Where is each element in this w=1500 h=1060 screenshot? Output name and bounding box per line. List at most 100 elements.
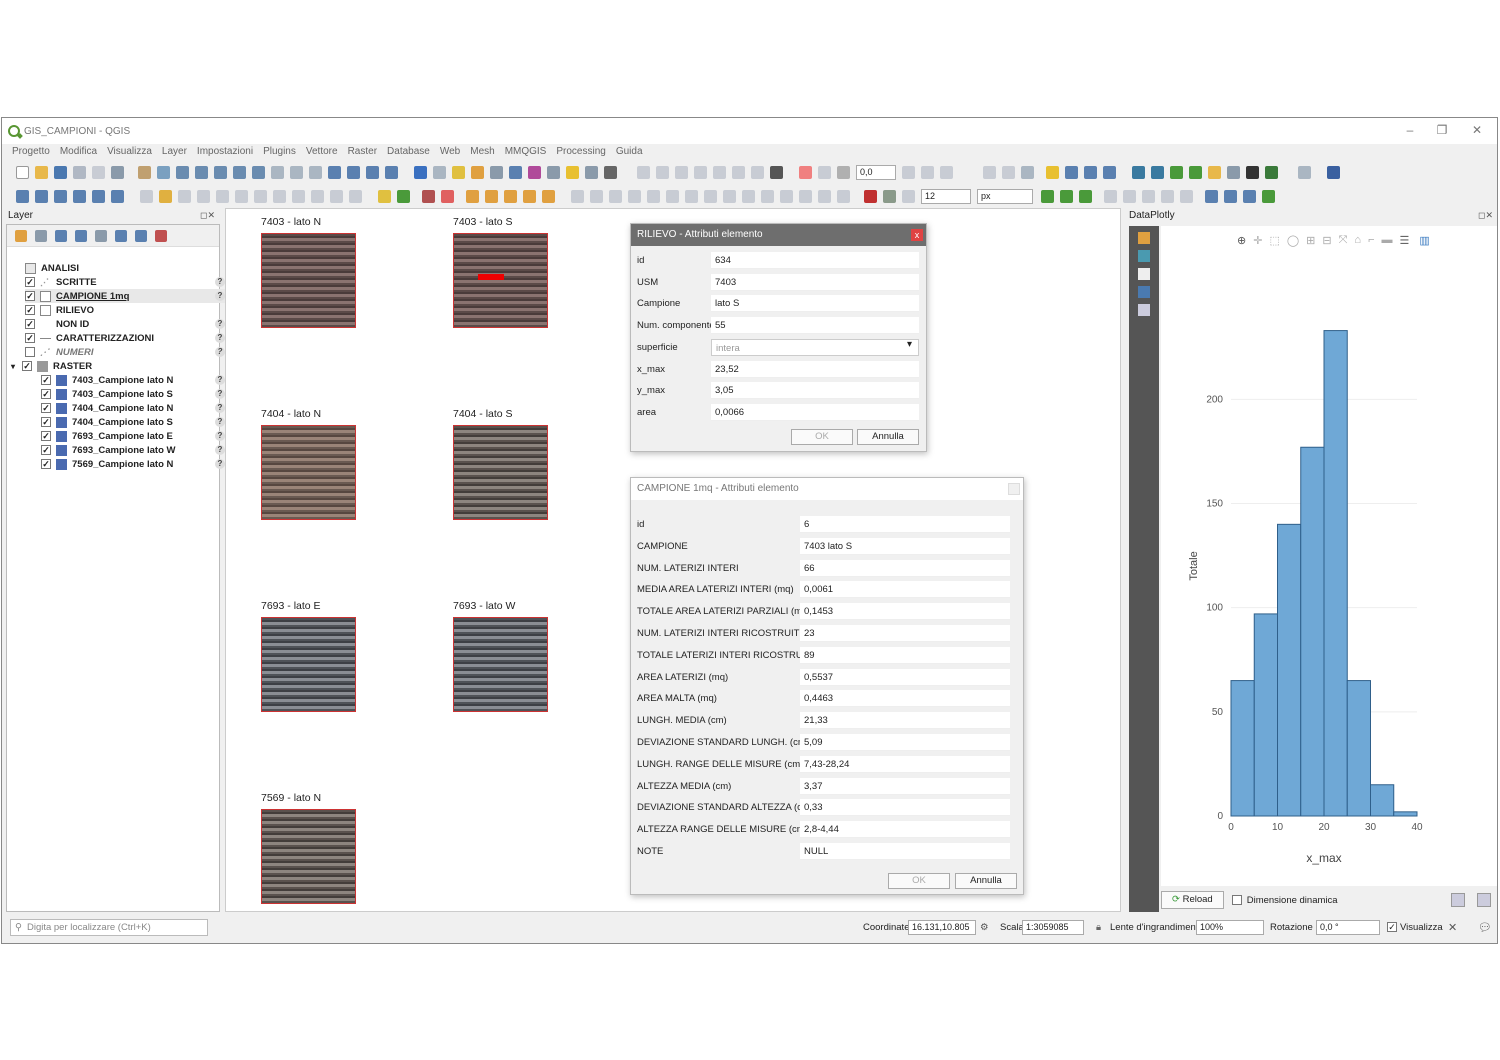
search-map-icon[interactable] bbox=[1227, 165, 1240, 179]
delete-icon[interactable] bbox=[254, 189, 267, 203]
rectangle-icon[interactable] bbox=[1161, 189, 1174, 203]
quick-map-icon[interactable] bbox=[1243, 189, 1256, 203]
collapse-arrow-icon[interactable]: ▾ bbox=[11, 362, 20, 371]
attribute-value-field[interactable]: 0,0061 bbox=[800, 581, 1010, 599]
dynamic-size-checkbox[interactable] bbox=[1231, 895, 1242, 905]
merge-icon[interactable] bbox=[780, 189, 793, 203]
tracing-icon[interactable] bbox=[921, 165, 934, 179]
panel-float-icon[interactable]: ◻✕ bbox=[1478, 210, 1493, 221]
attribute-value-field[interactable]: 55 bbox=[711, 317, 919, 335]
record-icon[interactable] bbox=[864, 189, 877, 203]
help-icon[interactable]: ? bbox=[215, 319, 225, 329]
metasearch-icon[interactable] bbox=[1103, 165, 1116, 179]
menu-layer[interactable]: Layer bbox=[162, 144, 187, 160]
vertex-icon[interactable] bbox=[1041, 189, 1054, 203]
attribute-value-field[interactable]: 5,09 bbox=[800, 734, 1010, 751]
filter-expression-icon[interactable] bbox=[95, 229, 107, 242]
restore-icon[interactable]: ❐ bbox=[1432, 123, 1452, 137]
export-icon[interactable] bbox=[1262, 189, 1275, 203]
rotate-symbol-icon[interactable] bbox=[818, 189, 831, 203]
attribute-value-field[interactable]: NULL bbox=[800, 843, 1010, 860]
offset-curve-icon[interactable] bbox=[742, 189, 755, 203]
layer-checkbox[interactable]: ✓ bbox=[41, 431, 51, 441]
attribute-value-field[interactable]: 0,1453 bbox=[800, 603, 1010, 621]
box-select-icon[interactable]: ⬚ bbox=[1269, 234, 1279, 247]
collapse-all-icon[interactable] bbox=[135, 229, 147, 242]
label-delete-icon[interactable] bbox=[441, 189, 454, 203]
rotate-icon[interactable] bbox=[590, 189, 603, 203]
attribute-value-field[interactable]: 23,52 bbox=[711, 360, 919, 378]
paste-icon[interactable] bbox=[311, 189, 324, 203]
reset-axes-icon[interactable]: ⌂ bbox=[1354, 234, 1361, 247]
offset-point-icon[interactable] bbox=[837, 189, 850, 203]
fill-ring-icon[interactable] bbox=[666, 189, 679, 203]
sample-raster[interactable] bbox=[453, 617, 548, 712]
layer-checkbox[interactable]: ✓ bbox=[41, 403, 51, 413]
python-icon[interactable] bbox=[1132, 165, 1145, 179]
new-map-view-icon[interactable] bbox=[328, 165, 341, 179]
modify-attributes-icon[interactable] bbox=[235, 189, 248, 203]
help-icon[interactable]: ? bbox=[215, 445, 225, 455]
layer-raster-item[interactable]: ✓ 7569_Campione lato N ? bbox=[41, 457, 225, 471]
plotly-logo-icon[interactable]: ▥ bbox=[1419, 234, 1429, 247]
grid-icon[interactable] bbox=[604, 165, 617, 179]
zoom-last-icon[interactable] bbox=[290, 165, 303, 179]
zoom-native-icon[interactable] bbox=[271, 165, 284, 179]
globe-icon[interactable] bbox=[1084, 165, 1097, 179]
layer-campione-1mq[interactable]: ✓ CAMPIONE 1mq ? bbox=[25, 289, 225, 303]
refresh-icon[interactable] bbox=[385, 165, 398, 179]
redo-icon[interactable] bbox=[349, 189, 362, 203]
label-pin-green-icon[interactable] bbox=[397, 189, 410, 203]
zoom-in-icon[interactable] bbox=[176, 165, 189, 179]
pan-to-selection-icon[interactable] bbox=[157, 165, 170, 179]
hover-compare-icon[interactable]: ☰ bbox=[1400, 234, 1410, 247]
attribute-value-field[interactable]: 6 bbox=[800, 516, 1010, 533]
report-icon[interactable] bbox=[1021, 165, 1034, 179]
zoom-next-icon[interactable] bbox=[309, 165, 322, 179]
simplify-icon[interactable] bbox=[609, 189, 622, 203]
pan-icon[interactable] bbox=[138, 165, 151, 179]
digitize-5-icon[interactable] bbox=[542, 189, 555, 203]
layer-checkbox[interactable]: ✓ bbox=[25, 305, 35, 315]
circle-icon[interactable] bbox=[1123, 189, 1136, 203]
coordinate-field[interactable]: 16.131,10.805 bbox=[908, 919, 976, 935]
split-icon[interactable] bbox=[761, 189, 774, 203]
attribute-value-field[interactable]: 3,37 bbox=[800, 777, 1010, 795]
help-icon[interactable]: ? bbox=[215, 277, 225, 287]
attribute-value-field[interactable]: 21,33 bbox=[800, 712, 1010, 730]
layer-checkbox[interactable]: ✓ bbox=[25, 333, 35, 343]
attribute-value-field[interactable]: 23 bbox=[800, 625, 1010, 642]
map-tips-icon[interactable] bbox=[566, 165, 579, 179]
style-manager-icon[interactable] bbox=[111, 165, 124, 179]
sample-raster[interactable] bbox=[261, 233, 356, 328]
layer-non-id[interactable]: ✓ NON ID ? bbox=[25, 317, 225, 331]
web-service-icon[interactable] bbox=[1065, 165, 1078, 179]
panel-toggle-icon[interactable] bbox=[1327, 165, 1340, 179]
zoom-icon[interactable]: ⊕ bbox=[1237, 234, 1246, 247]
menu-modifica[interactable]: Modifica bbox=[60, 144, 97, 160]
cancel-button[interactable]: Annulla bbox=[955, 873, 1017, 889]
layer-checkbox[interactable] bbox=[25, 347, 35, 357]
layer-raster-item[interactable]: ✓ 7404_Campione lato N ? bbox=[41, 401, 225, 415]
attribute-value-field[interactable]: 0,5537 bbox=[800, 668, 1010, 686]
zoom-full-icon[interactable] bbox=[214, 165, 227, 179]
save-as-icon[interactable] bbox=[73, 165, 86, 179]
scale-field[interactable]: 1:3059085 bbox=[1022, 919, 1084, 935]
hover-closest-icon[interactable]: ▬ bbox=[1382, 234, 1393, 247]
spike-lines-icon[interactable]: ⌐ bbox=[1368, 234, 1374, 247]
add-group-icon[interactable] bbox=[35, 229, 47, 242]
attribute-value-field[interactable]: 7403 lato S bbox=[800, 537, 1010, 555]
snapping-icon[interactable] bbox=[902, 165, 915, 179]
zoom-layer-icon[interactable] bbox=[252, 165, 265, 179]
snap-icon[interactable] bbox=[883, 189, 896, 203]
close-icon[interactable]: ✕ bbox=[1467, 123, 1487, 137]
help-icon[interactable]: ? bbox=[215, 403, 225, 413]
help-plot-icon[interactable] bbox=[1138, 304, 1150, 316]
menu-database[interactable]: Database bbox=[387, 144, 430, 160]
label-change-icon[interactable] bbox=[732, 165, 745, 179]
reshape-icon[interactable] bbox=[723, 189, 736, 203]
menu-visualizza[interactable]: Visualizza bbox=[107, 144, 152, 160]
messages-icon[interactable]: 💬︎ bbox=[1478, 921, 1492, 934]
reload-button[interactable]: ⟳ Reload bbox=[1161, 891, 1224, 909]
layer-raster-item[interactable]: ✓ 7693_Campione lato E ? bbox=[41, 429, 225, 443]
